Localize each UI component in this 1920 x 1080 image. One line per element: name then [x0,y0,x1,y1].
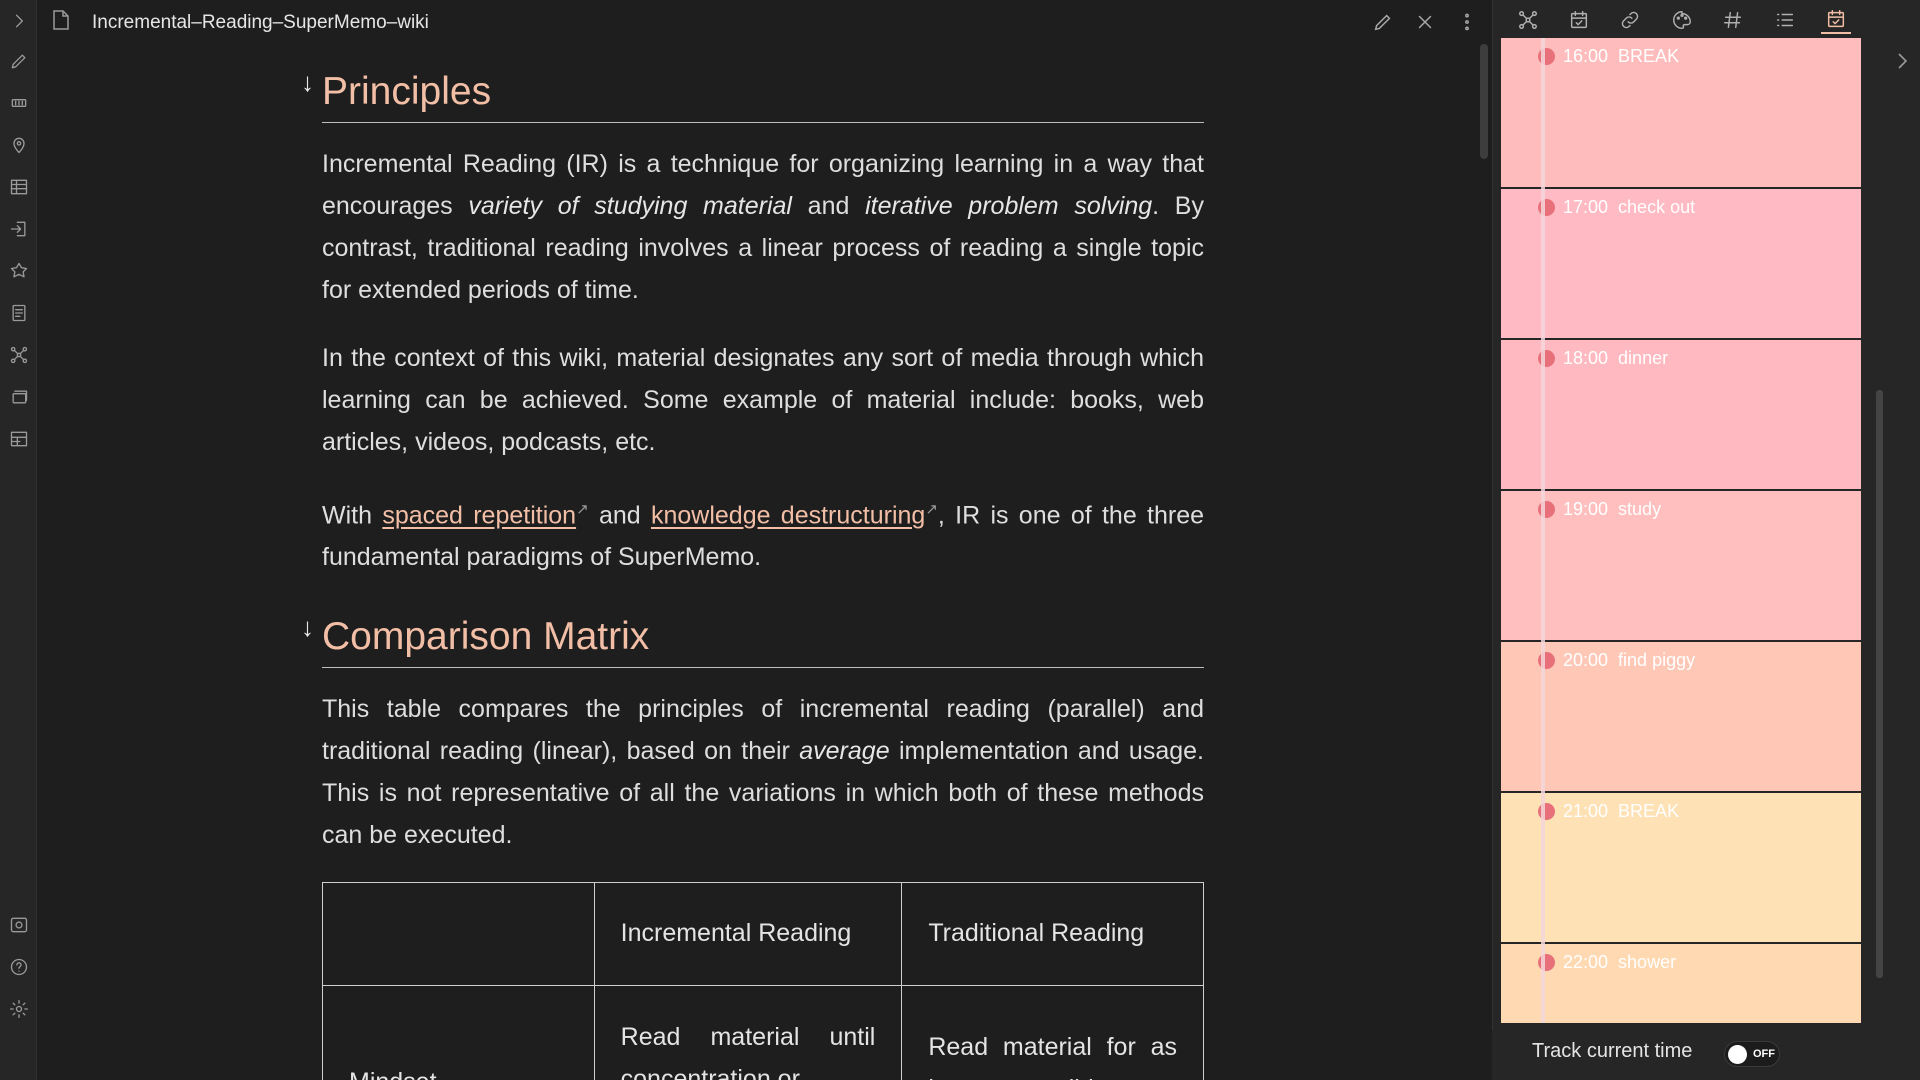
timeline-slot[interactable]: 17:00 check out [1501,189,1861,340]
graph-icon[interactable] [6,342,32,368]
paragraph-table-intro: This table compares the principles of in… [322,688,1204,856]
table-header-row: Incremental Reading Traditional Reading [322,881,1204,986]
close-icon[interactable] [1412,9,1438,35]
timeline-slot-label: 18:00 dinner [1563,348,1668,369]
toggle-knob [1728,1045,1747,1064]
timeline-slot-label: 20:00 find piggy [1563,650,1695,671]
heading-principles: ↓ Principles [301,67,1204,123]
import-icon[interactable] [6,216,32,242]
settings-icon[interactable] [6,996,32,1022]
text-span: and [791,191,866,220]
slot-event: find piggy [1618,650,1696,670]
external-link-icon: ↗ [925,500,938,518]
timeline-slot-label: 19:00 study [1563,499,1661,520]
fold-toggle[interactable]: ↓ [301,67,314,98]
table-cell: Mindset [322,984,595,1080]
slot-event: check out [1618,197,1696,217]
timeline-slot-label: 17:00 check out [1563,197,1695,218]
palette-icon[interactable] [1667,6,1697,34]
timeline-rail [1541,38,1545,1023]
slot-event: study [1618,499,1662,519]
tab-header: Incremental–Reading–SuperMemo–wiki [38,0,1492,44]
link-spaced-repetition[interactable]: spaced repetition [382,501,576,529]
flashcards-icon[interactable] [6,384,32,410]
timeline-scrollbar[interactable] [1876,390,1883,978]
slot-time: 22:00 [1563,952,1609,972]
emphasis-text: variety of studying material [468,191,792,220]
fold-toggle[interactable]: ↓ [301,612,314,643]
calendar-icon[interactable] [1564,6,1594,34]
link-icon[interactable] [1615,6,1645,34]
paragraph-paradigms: With spaced repetition↗ and knowledge de… [322,489,1204,578]
puzzle-icon[interactable] [6,258,32,284]
slot-event: BREAK [1618,801,1680,821]
timeline-slot[interactable]: 22:00 shower [1501,944,1861,1023]
outline-icon[interactable] [1770,6,1800,34]
note-list-icon[interactable] [6,300,32,326]
timeline-slot[interactable]: 19:00 study [1501,491,1861,642]
slot-time: 16:00 [1563,46,1609,66]
editor-pane[interactable]: ↓ Principles Incremental Reading (IR) is… [38,44,1492,1080]
emphasis-text: iterative problem solving [865,191,1153,220]
timeline-slot[interactable]: 20:00 find piggy [1501,642,1861,793]
graph-icon[interactable] [1513,6,1543,34]
external-link-icon: ↗ [576,500,589,518]
expand-sidebar-icon[interactable] [6,8,32,34]
slot-event: shower [1618,952,1677,972]
table-row: Mindset Read material until concentratio… [322,984,1204,1080]
table-header-cell: Incremental Reading [593,881,903,986]
table-cell: Read material for as long as possible [901,984,1204,1080]
edit-icon[interactable] [1370,9,1396,35]
more-options-icon[interactable] [1454,9,1480,35]
collapse-right-sidebar-icon[interactable] [1894,50,1914,74]
timeline-slot-label: 16:00 BREAK [1563,46,1679,67]
slot-time: 21:00 [1563,801,1609,821]
text-span: and [588,501,651,530]
text-span: With [322,501,383,530]
bookmark-icon[interactable] [6,90,32,116]
timeline-slot-label: 21:00 BREAK [1563,801,1679,822]
track-time-bar: Track current time OFF [1492,1030,1920,1080]
table-icon[interactable] [6,174,32,200]
heading-comparison-matrix: ↓ Comparison Matrix [301,612,1204,668]
editor-scrollbar[interactable] [1480,44,1488,159]
emphasis-text: average [799,736,890,765]
track-current-time-toggle[interactable]: OFF [1724,1041,1780,1067]
help-icon[interactable] [6,954,32,980]
slot-event: BREAK [1618,46,1680,66]
toggle-state-text: OFF [1753,1048,1775,1060]
timeline-slot[interactable]: 18:00 dinner [1501,340,1861,491]
track-current-time-label: Track current time [1532,1040,1693,1062]
day-planner-timeline[interactable]: 16:00 BREAK 17:00 check out 18:00 dinner 19:00… [1501,38,1861,1023]
paragraph-intro: Incremental Reading (IR) is a technique … [322,143,1204,311]
left-ribbon [0,0,37,1080]
slot-time: 19:00 [1563,499,1609,519]
right-sidebar-tabs [1493,0,1920,38]
table-header-cell [322,881,595,986]
heading-text: Principles [322,70,492,113]
tag-icon[interactable] [1718,6,1748,34]
table-cell: Read material until concentration or [593,984,903,1080]
vault-icon[interactable] [6,912,32,938]
paragraph-material: In the context of this wiki, material de… [322,343,1204,456]
tab-title[interactable]: Incremental–Reading–SuperMemo–wiki [92,12,429,34]
slot-time: 17:00 [1563,197,1609,217]
pencil-icon[interactable] [6,48,32,74]
map-pin-icon[interactable] [6,132,32,158]
timeline-slot-label: 22:00 shower [1563,952,1676,973]
comparison-table: Incremental Reading Traditional Reading … [322,881,1204,1080]
slot-time: 18:00 [1563,348,1609,368]
link-knowledge-destructuring[interactable]: knowledge destructuring [651,501,925,529]
document: ↓ Principles Incremental Reading (IR) is… [301,44,1204,1080]
slot-event: dinner [1618,348,1669,368]
heading-text: Comparison Matrix [322,615,650,659]
database-icon[interactable] [6,426,32,452]
app-window: Incremental–Reading–SuperMemo–wiki ↓ Pri… [0,0,1920,1080]
day-planner-icon[interactable] [1821,6,1851,34]
timeline-slot[interactable]: 16:00 BREAK [1501,38,1861,189]
slot-time: 20:00 [1563,650,1609,670]
file-icon [52,10,70,30]
table-header-cell: Traditional Reading [901,881,1204,986]
timeline-slot[interactable]: 21:00 BREAK [1501,793,1861,944]
